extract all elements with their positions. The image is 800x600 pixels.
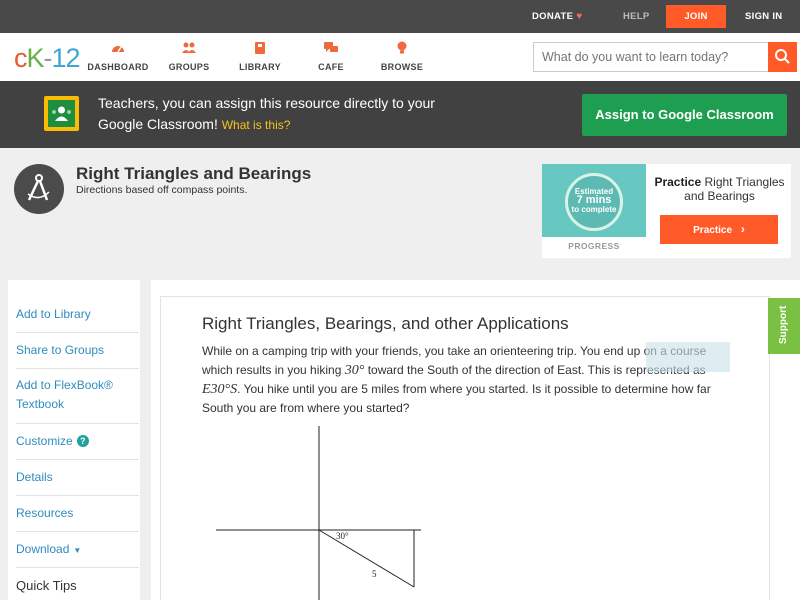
lesson-sidebar: Add to Library Share to Groups Add to Fl… <box>8 280 140 600</box>
nav-dashboard-label: DASHBOARD <box>87 62 149 72</box>
nav-browse[interactable]: BROWSE <box>367 40 437 72</box>
library-icon <box>255 42 265 54</box>
nav-cafe-label: CAFE <box>318 62 344 72</box>
logo-number: 12 <box>51 43 81 73</box>
search-box <box>533 42 797 72</box>
sidebar-customize[interactable]: Customize? <box>16 424 139 460</box>
bearing-notation: E30°S <box>202 382 238 397</box>
dashboard-icon <box>112 46 124 53</box>
page-title: Right Triangles and Bearings <box>76 164 312 183</box>
support-tab[interactable]: Support <box>768 298 800 354</box>
logo-dash: - <box>43 43 53 73</box>
logo-k: K <box>26 43 45 73</box>
sign-in-link[interactable]: SIGN IN <box>745 0 782 33</box>
practice-button[interactable]: Practice › <box>660 215 778 244</box>
progress-label: PROGRESS <box>568 241 620 251</box>
search-input[interactable] <box>534 43 768 71</box>
donate-link[interactable]: DONATE ♥ <box>532 0 582 33</box>
practice-heading: Practice Right Triangles and Bearings <box>652 175 787 203</box>
top-utility-bar: DONATE ♥ HELP JOIN SIGN IN <box>0 0 800 33</box>
main-nav: cK-12 DASHBOARD GROUPS LIBRARY CAFE BROW… <box>0 33 800 81</box>
diagram-side-label: 5 <box>372 569 377 579</box>
sidebar-add-to-flexbook[interactable]: Add to FlexBook® Textbook <box>16 369 139 424</box>
google-classroom-banner: Teachers, you can assign this resource d… <box>0 81 800 148</box>
lesson-header: Right Triangles and Bearings Directions … <box>0 148 800 260</box>
page-subtitle: Directions based off compass points. <box>76 184 248 196</box>
download-label: Download <box>16 542 70 556</box>
estimated-time-badge: Estimated 7 mins to complete <box>565 173 623 231</box>
nav-dashboard[interactable]: DASHBOARD <box>83 40 153 72</box>
sidebar-quick-tips[interactable]: Quick Tips <box>16 568 139 600</box>
sidebar-share-to-groups[interactable]: Share to Groups <box>16 333 139 369</box>
sidebar-details[interactable]: Details <box>16 460 139 496</box>
donate-label: DONATE <box>532 11 574 22</box>
sidebar-add-to-library[interactable]: Add to Library <box>16 297 139 333</box>
content-title: Right Triangles, Bearings, and other App… <box>202 314 569 333</box>
help-link[interactable]: HELP <box>623 0 650 33</box>
sidebar-download[interactable]: Download ▼ <box>16 532 139 568</box>
assign-to-google-classroom-button[interactable]: Assign to Google Classroom <box>582 94 787 136</box>
cafe-icon <box>324 42 338 52</box>
browse-icon <box>397 41 407 54</box>
google-classroom-icon <box>44 96 79 131</box>
logo-c: c <box>14 43 27 73</box>
bearing-diagram: 30° 5 <box>216 426 421 600</box>
ck12-logo[interactable]: cK-12 <box>14 43 81 74</box>
chevron-right-icon: › <box>740 222 745 236</box>
what-is-this-link[interactable]: What is this? <box>222 118 291 132</box>
nav-groups[interactable]: GROUPS <box>154 40 224 72</box>
caret-down-icon: ▼ <box>73 546 82 555</box>
heart-icon: ♥ <box>576 11 583 22</box>
to-complete-label: to complete <box>571 205 617 214</box>
nav-library[interactable]: LIBRARY <box>225 40 295 72</box>
content-overlay-button[interactable] <box>646 342 730 372</box>
banner-message: Teachers, you can assign this resource d… <box>98 93 458 136</box>
angle-value: 30° <box>344 363 365 378</box>
progress-graphic: Estimated 7 mins to complete <box>542 164 646 237</box>
sidebar-resources[interactable]: Resources <box>16 496 139 532</box>
nav-browse-label: BROWSE <box>380 62 424 72</box>
customize-label: Customize <box>16 434 73 448</box>
help-icon[interactable]: ? <box>76 435 89 447</box>
nav-library-label: LIBRARY <box>239 62 281 72</box>
nav-cafe[interactable]: CAFE <box>296 40 366 72</box>
practice-button-label: Practice <box>693 225 733 236</box>
join-button[interactable]: JOIN <box>666 5 726 28</box>
search-button[interactable] <box>768 42 797 72</box>
hiking-path <box>318 529 415 588</box>
groups-icon <box>182 42 196 53</box>
support-label: Support <box>778 305 789 344</box>
practice-card: Estimated 7 mins to complete PROGRESS Pr… <box>542 164 791 258</box>
progress-panel: Estimated 7 mins to complete PROGRESS <box>542 164 646 258</box>
nav-groups-label: GROUPS <box>168 62 210 72</box>
paragraph-part-3: . You hike until you are 5 miles from wh… <box>202 382 711 415</box>
diagram-angle-label: 30° <box>336 531 349 541</box>
practice-heading-bold: Practice <box>654 175 702 189</box>
compass-icon <box>14 164 64 214</box>
search-icon <box>775 49 790 64</box>
